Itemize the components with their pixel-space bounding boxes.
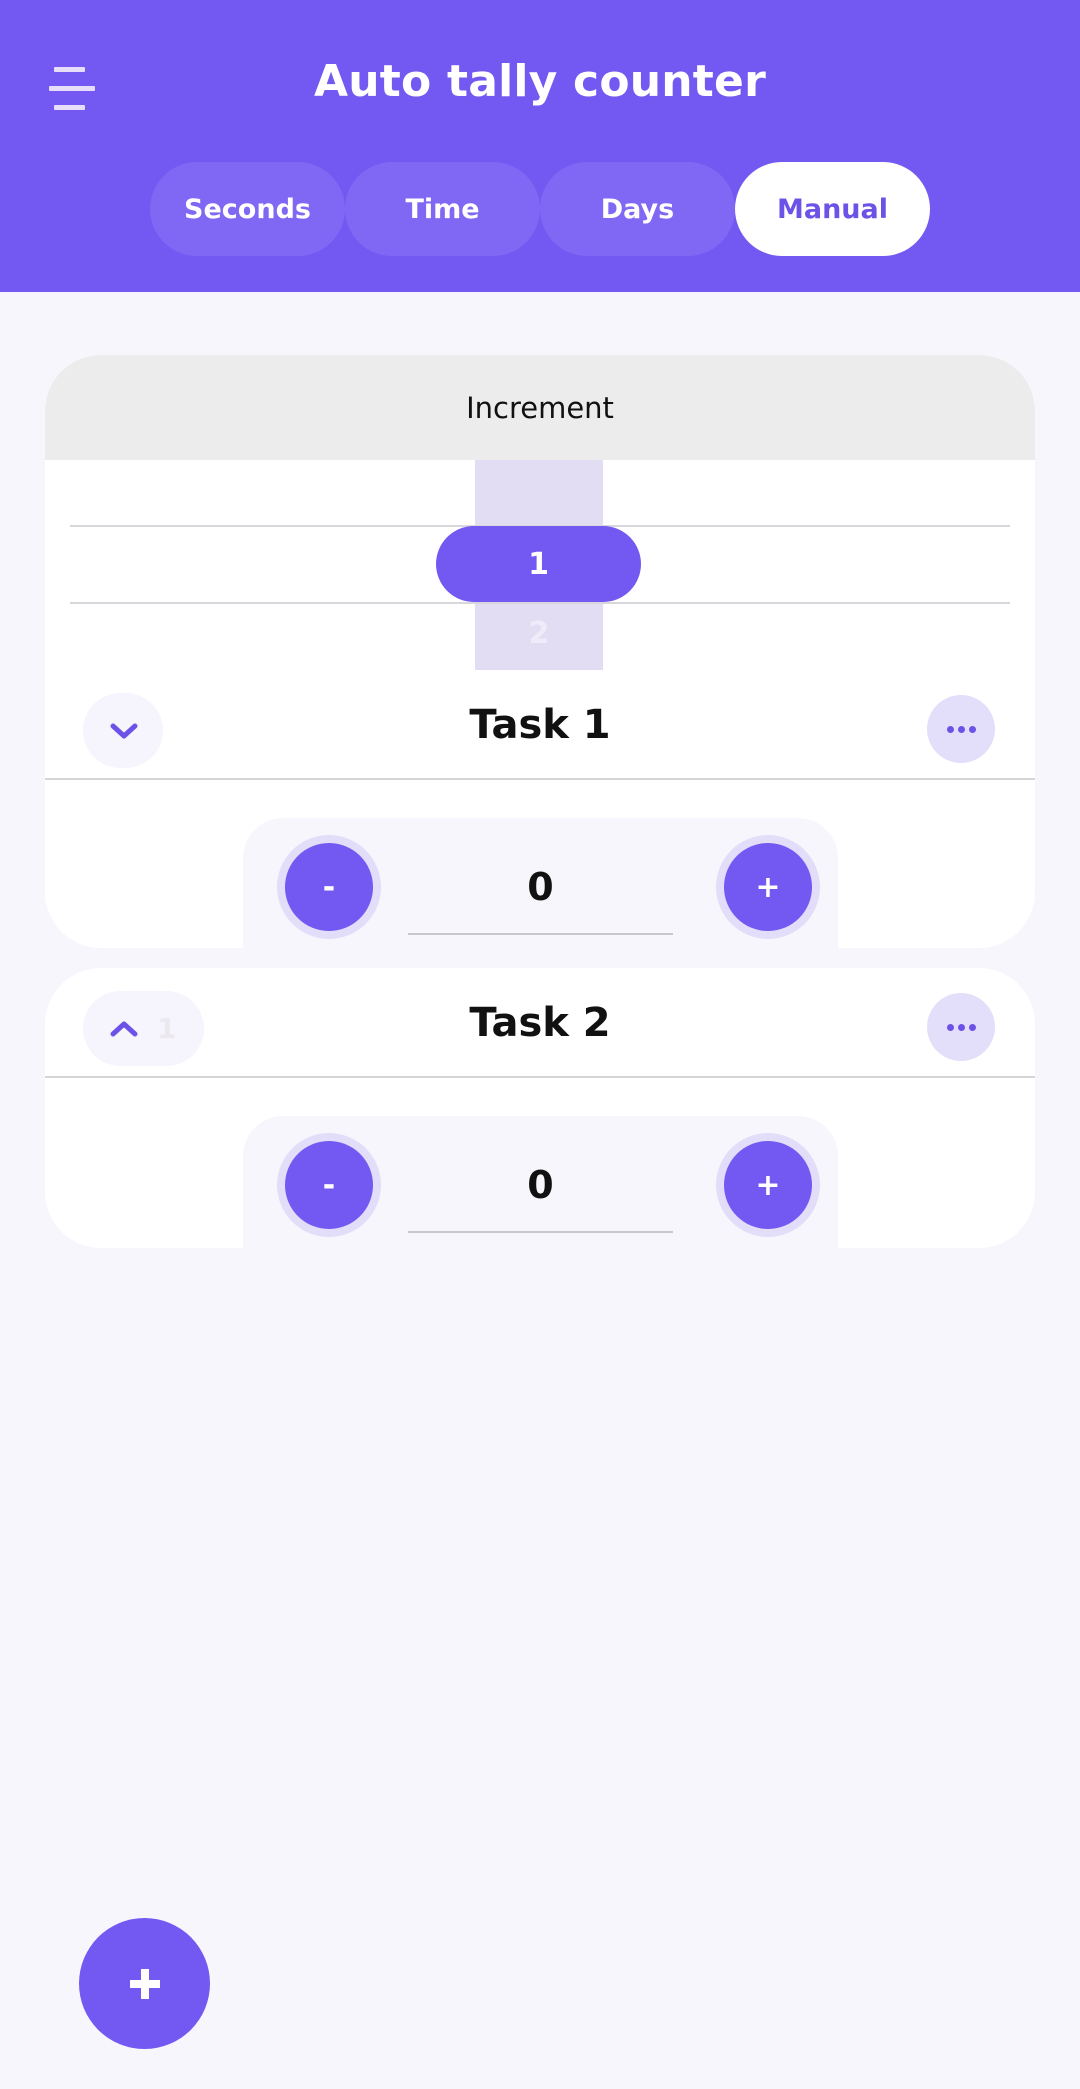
- counter-value-input[interactable]: 0: [408, 1138, 673, 1233]
- more-horizontal-icon: [946, 725, 954, 733]
- decrement-button[interactable]: -: [285, 843, 373, 931]
- divider: [45, 778, 1035, 780]
- task-header: Task 2 1: [45, 968, 1035, 1078]
- tab-days[interactable]: Days: [540, 162, 735, 256]
- mode-tabs: Seconds Time Days Manual: [150, 162, 930, 256]
- increment-picker-label: Increment: [45, 355, 1035, 460]
- plus-icon: [129, 1968, 160, 1999]
- chevron-up-icon: [110, 1021, 138, 1036]
- counter-stepper: - 0 +: [243, 818, 838, 948]
- picker-divider: [70, 602, 1010, 604]
- divider: [45, 1076, 1035, 1078]
- expand-toggle-button[interactable]: 1: [83, 991, 205, 1066]
- task-title: Task 1: [469, 702, 611, 748]
- tab-time[interactable]: Time: [345, 162, 540, 256]
- more-options-button[interactable]: [927, 993, 995, 1061]
- chevron-down-icon: [110, 723, 138, 738]
- tab-manual[interactable]: Manual: [735, 162, 930, 256]
- increment-button[interactable]: +: [724, 1141, 812, 1229]
- picker-selected-value[interactable]: 1: [436, 526, 641, 602]
- more-dot: [957, 725, 965, 733]
- picker-option[interactable]: 2: [475, 608, 603, 658]
- page-title: Auto tally counter: [314, 56, 766, 107]
- tab-seconds[interactable]: Seconds: [150, 162, 345, 256]
- app-header: Auto tally counter Seconds Time Days Man…: [0, 0, 1080, 292]
- decrement-button[interactable]: -: [285, 1141, 373, 1229]
- task-card-2: Task 2 1 - 0 +: [45, 968, 1035, 1248]
- task-header: Task 1: [45, 670, 1035, 780]
- increment-picker[interactable]: 1 2: [45, 460, 1035, 670]
- collapse-toggle-button[interactable]: [83, 693, 163, 768]
- more-dot: [968, 725, 976, 733]
- increment-button[interactable]: +: [724, 843, 812, 931]
- more-dot: [968, 1023, 976, 1031]
- more-dot: [957, 1023, 965, 1031]
- more-horizontal-icon: [946, 1023, 954, 1031]
- add-task-button[interactable]: [79, 1918, 210, 2049]
- task-card-1: Increment 1 2 Task 1 - 0 +: [45, 355, 1035, 948]
- collapsed-count: 1: [157, 1012, 177, 1045]
- counter-value-input[interactable]: 0: [408, 840, 673, 935]
- more-options-button[interactable]: [927, 695, 995, 763]
- counter-stepper: - 0 +: [243, 1116, 838, 1248]
